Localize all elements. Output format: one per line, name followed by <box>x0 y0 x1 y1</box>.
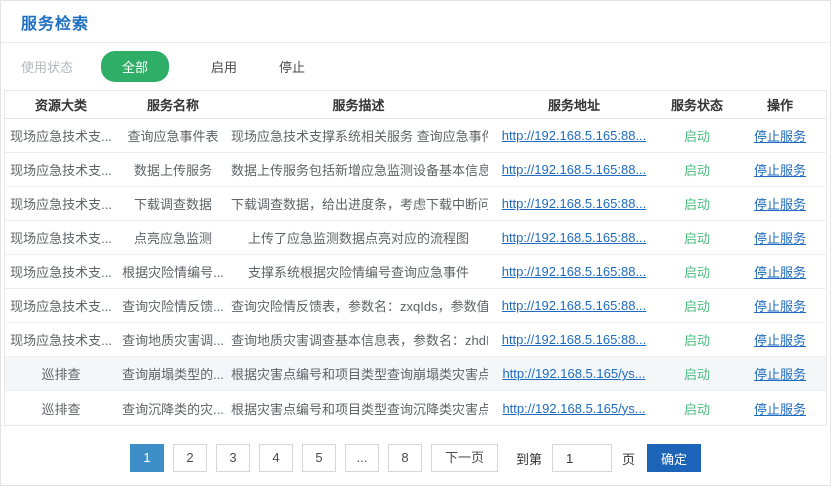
status-badge: 启动 <box>684 402 710 417</box>
cell-service-name: 查询沉降类的灾... <box>117 399 229 418</box>
filter-tab-all[interactable]: 全部 <box>101 51 169 82</box>
status-badge: 启动 <box>684 333 710 348</box>
cell-category: 巡排查 <box>5 399 117 418</box>
stop-service-link[interactable]: 停止服务 <box>754 367 806 382</box>
cell-category: 现场应急技术支... <box>5 228 117 247</box>
cell-category: 现场应急技术支... <box>5 160 117 179</box>
service-url-link[interactable]: http://192.168.5.165:88... <box>502 298 647 313</box>
page-button-5[interactable]: 5 <box>302 444 336 472</box>
service-url-link[interactable]: http://192.168.5.165:88... <box>502 230 647 245</box>
title-bar: 服务检索 <box>1 1 830 43</box>
page-button-4[interactable]: 4 <box>259 444 293 472</box>
stop-service-link[interactable]: 停止服务 <box>754 299 806 314</box>
cell-description: 根据灾害点编号和项目类型查询沉降类灾害点的详细... <box>229 399 488 418</box>
cell-category: 现场应急技术支... <box>5 126 117 145</box>
stop-service-link[interactable]: 停止服务 <box>754 129 806 144</box>
stop-service-link[interactable]: 停止服务 <box>754 197 806 212</box>
next-page-button[interactable]: 下一页 <box>431 444 498 472</box>
cell-description: 根据灾害点编号和项目类型查询崩塌类灾害点的详细... <box>229 364 488 383</box>
cell-description: 支撑系统根据灾险情编号查询应急事件 <box>229 262 488 281</box>
cell-description: 查询灾险情反馈表，参数名：zxqIds，参数值：一连... <box>229 296 488 315</box>
status-badge: 启动 <box>684 129 710 144</box>
filter-label: 使用状态 <box>21 57 73 76</box>
services-table: 资源大类 服务名称 服务描述 服务地址 服务状态 操作 现场应急技术支... 查… <box>4 90 827 426</box>
cell-service-name: 点亮应急监测 <box>117 228 229 247</box>
cell-category: 巡排查 <box>5 364 117 383</box>
cell-service-name: 查询应急事件表 <box>117 126 229 145</box>
goto-page-input[interactable] <box>552 444 612 472</box>
cell-description: 现场应急技术支撑系统相关服务 查询应急事件表 <box>229 126 488 145</box>
cell-description: 数据上传服务包括新增应急监测设备基本信息表（YJB... <box>229 160 488 179</box>
page-button-8[interactable]: 8 <box>388 444 422 472</box>
table-row: 现场应急技术支... 查询应急事件表 现场应急技术支撑系统相关服务 查询应急事件… <box>5 119 826 153</box>
service-url-link[interactable]: http://192.168.5.165:88... <box>502 196 647 211</box>
goto-page-suffix: 页 <box>622 449 635 468</box>
service-url-link[interactable]: http://192.168.5.165:88... <box>502 264 647 279</box>
stop-service-link[interactable]: 停止服务 <box>754 265 806 280</box>
page-button-ellipsis[interactable]: ... <box>345 444 379 472</box>
stop-service-link[interactable]: 停止服务 <box>754 163 806 178</box>
table-row: 现场应急技术支... 查询地质灾害调... 查询地质灾害调查基本信息表，参数名：… <box>5 323 826 357</box>
cell-service-name: 下载调查数据 <box>117 194 229 213</box>
pagination: 1 2 3 4 5 ... 8 下一页 到第 页 确定 <box>1 444 830 472</box>
table-row: 现场应急技术支... 点亮应急监测 上传了应急监测数据点亮对应的流程图 http… <box>5 221 826 255</box>
stop-service-link[interactable]: 停止服务 <box>754 231 806 246</box>
status-badge: 启动 <box>684 367 710 382</box>
col-header-name: 服务名称 <box>117 95 229 114</box>
stop-service-link[interactable]: 停止服务 <box>754 402 806 417</box>
col-header-url: 服务地址 <box>488 95 660 114</box>
col-header-operation: 操作 <box>734 95 826 114</box>
stop-service-link[interactable]: 停止服务 <box>754 333 806 348</box>
table-row: 巡排查 查询崩塌类型的... 根据灾害点编号和项目类型查询崩塌类灾害点的详细..… <box>5 357 826 391</box>
col-header-status: 服务状态 <box>660 95 734 114</box>
service-url-link[interactable]: http://192.168.5.165:88... <box>502 162 647 177</box>
table-row: 现场应急技术支... 数据上传服务 数据上传服务包括新增应急监测设备基本信息表（… <box>5 153 826 187</box>
filter-tab-stopped[interactable]: 停止 <box>279 57 305 76</box>
cell-service-name: 查询灾险情反馈... <box>117 296 229 315</box>
table-header-row: 资源大类 服务名称 服务描述 服务地址 服务状态 操作 <box>5 91 826 119</box>
service-url-link[interactable]: http://192.168.5.165/ys... <box>502 401 645 416</box>
status-badge: 启动 <box>684 231 710 246</box>
service-search-panel: 服务检索 使用状态 全部 启用 停止 资源大类 服务名称 服务描述 服务地址 服… <box>0 0 831 486</box>
table-row: 现场应急技术支... 查询灾险情反馈... 查询灾险情反馈表，参数名：zxqId… <box>5 289 826 323</box>
service-url-link[interactable]: http://192.168.5.165:88... <box>502 128 647 143</box>
cell-category: 现场应急技术支... <box>5 296 117 315</box>
table-row: 现场应急技术支... 下载调查数据 下载调查数据，给出进度条，考虑下载中断问题；… <box>5 187 826 221</box>
status-filter: 使用状态 全部 启用 停止 <box>1 43 830 90</box>
status-badge: 启动 <box>684 197 710 212</box>
goto-page-prefix: 到第 <box>516 449 542 468</box>
page-title: 服务检索 <box>21 10 89 34</box>
cell-category: 现场应急技术支... <box>5 262 117 281</box>
cell-category: 现场应急技术支... <box>5 194 117 213</box>
page-button-2[interactable]: 2 <box>173 444 207 472</box>
table-row: 现场应急技术支... 根据灾险情编号... 支撑系统根据灾险情编号查询应急事件 … <box>5 255 826 289</box>
cell-service-name: 查询崩塌类型的... <box>117 364 229 383</box>
status-badge: 启动 <box>684 163 710 178</box>
status-badge: 启动 <box>684 265 710 280</box>
cell-service-name: 数据上传服务 <box>117 160 229 179</box>
col-header-category: 资源大类 <box>5 95 117 114</box>
status-badge: 启动 <box>684 299 710 314</box>
page-button-3[interactable]: 3 <box>216 444 250 472</box>
col-header-description: 服务描述 <box>229 95 488 114</box>
cell-description: 上传了应急监测数据点亮对应的流程图 <box>229 228 488 247</box>
cell-category: 现场应急技术支... <box>5 330 117 349</box>
table-row: 巡排查 查询沉降类的灾... 根据灾害点编号和项目类型查询沉降类灾害点的详细..… <box>5 391 826 425</box>
cell-description: 下载调查数据，给出进度条，考虑下载中断问题；删... <box>229 194 488 213</box>
service-url-link[interactable]: http://192.168.5.165:88... <box>502 332 647 347</box>
filter-tab-enabled[interactable]: 启用 <box>211 57 237 76</box>
service-url-link[interactable]: http://192.168.5.165/ys... <box>502 366 645 381</box>
page-button-1[interactable]: 1 <box>130 444 164 472</box>
confirm-button[interactable]: 确定 <box>647 444 701 472</box>
cell-service-name: 查询地质灾害调... <box>117 330 229 349</box>
cell-service-name: 根据灾险情编号... <box>117 262 229 281</box>
cell-description: 查询地质灾害调查基本信息表，参数名：zhdIds，参... <box>229 330 488 349</box>
